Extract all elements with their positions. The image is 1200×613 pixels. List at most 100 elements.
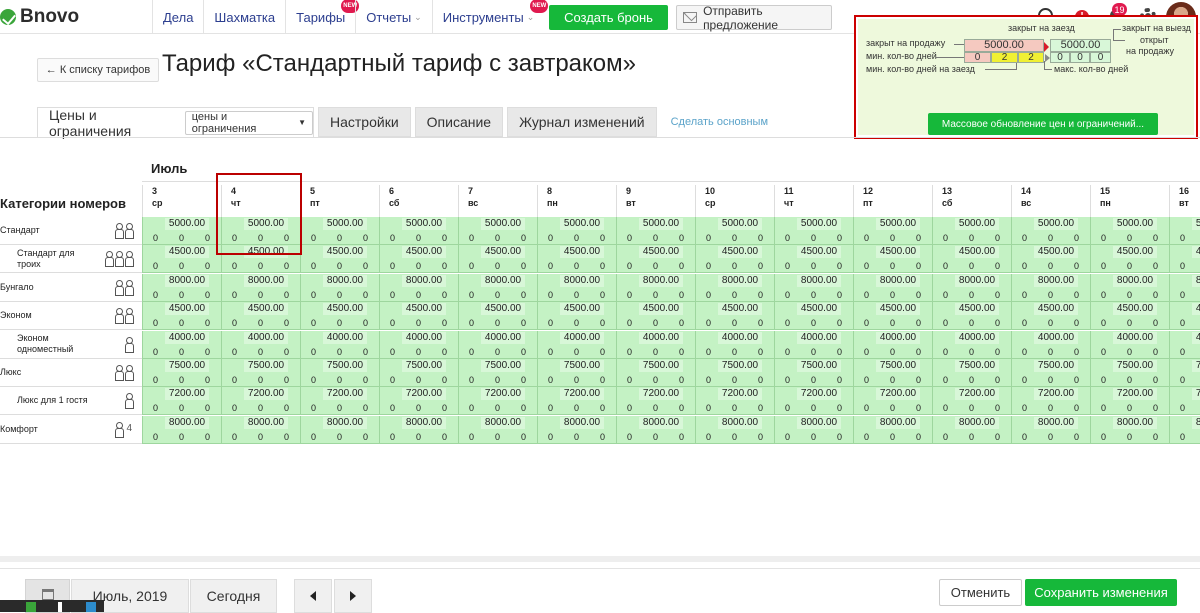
- rate-cell[interactable]: 7500.00 0 0 0: [221, 359, 300, 387]
- price-value[interactable]: 8000.00: [1192, 274, 1200, 287]
- rate-cell[interactable]: 8000.00 0 0 0: [932, 273, 1011, 302]
- restriction-value[interactable]: 0: [574, 347, 579, 357]
- rate-cell[interactable]: 8000.00 0 0 0: [695, 273, 774, 302]
- restriction-value[interactable]: 0: [1127, 375, 1132, 385]
- price-value[interactable]: 7200.00: [481, 388, 525, 401]
- restriction-value[interactable]: 0: [1127, 432, 1132, 442]
- rate-cell[interactable]: 4500.00000: [1169, 245, 1200, 274]
- restriction-value[interactable]: 0: [416, 375, 421, 385]
- restriction-value[interactable]: 0: [811, 403, 816, 413]
- price-value[interactable]: 7200.00: [560, 388, 604, 401]
- tab-settings[interactable]: Настройки: [318, 107, 411, 137]
- restriction-value[interactable]: 0: [495, 375, 500, 385]
- restriction-value[interactable]: 0: [995, 403, 1000, 413]
- price-value[interactable]: 4500.00: [955, 303, 999, 316]
- restriction-value[interactable]: 0: [258, 347, 263, 357]
- restriction-value[interactable]: 0: [574, 233, 579, 243]
- restriction-value[interactable]: 0: [785, 318, 790, 328]
- price-value[interactable]: 8000.00: [244, 416, 288, 429]
- restriction-value[interactable]: 0: [837, 261, 842, 271]
- restriction-value[interactable]: 0: [811, 261, 816, 271]
- restriction-value[interactable]: 0: [574, 290, 579, 300]
- nav-item[interactable]: Инструменты ⌄ NEW: [431, 0, 549, 34]
- restriction-value[interactable]: 0: [311, 347, 316, 357]
- rate-cell[interactable]: 4500.00000: [537, 302, 616, 331]
- restriction-value[interactable]: 0: [1153, 403, 1158, 413]
- restriction-value[interactable]: 0: [1101, 290, 1106, 300]
- next-period-button[interactable]: [334, 579, 372, 613]
- restriction-value[interactable]: 0: [442, 290, 447, 300]
- restriction-value[interactable]: 0: [205, 375, 210, 385]
- restriction-value[interactable]: 0: [363, 233, 368, 243]
- restriction-value[interactable]: 0: [679, 261, 684, 271]
- price-value[interactable]: 8000.00: [1034, 274, 1078, 287]
- rate-cell[interactable]: 4500.00000: [774, 302, 853, 331]
- restriction-value[interactable]: 0: [574, 318, 579, 328]
- rate-cell[interactable]: 8000.00 0 0 0: [774, 415, 853, 444]
- restriction-value[interactable]: 0: [1127, 347, 1132, 357]
- rate-cell[interactable]: 4500.00000: [616, 245, 695, 274]
- restriction-value[interactable]: 0: [758, 375, 763, 385]
- price-value[interactable]: 8000.00: [797, 416, 841, 429]
- restriction-value[interactable]: 0: [337, 432, 342, 442]
- price-value[interactable]: 7500.00: [402, 360, 446, 372]
- restriction-value[interactable]: 0: [706, 403, 711, 413]
- restriction-value[interactable]: 0: [1180, 347, 1185, 357]
- price-value[interactable]: 5000.00: [1113, 218, 1157, 230]
- restriction-value[interactable]: 0: [1022, 233, 1027, 243]
- restriction-value[interactable]: 0: [916, 432, 921, 442]
- rate-cell[interactable]: 7500.00 0 0 0: [932, 359, 1011, 387]
- restriction-value[interactable]: 0: [758, 432, 763, 442]
- restriction-value[interactable]: 0: [442, 261, 447, 271]
- restriction-value[interactable]: 0: [337, 290, 342, 300]
- restriction-value[interactable]: 0: [416, 261, 421, 271]
- restriction-value[interactable]: 0: [758, 318, 763, 328]
- rate-cell[interactable]: 4500.00000: [537, 245, 616, 274]
- restriction-value[interactable]: 0: [311, 290, 316, 300]
- price-value[interactable]: 8000.00: [718, 416, 762, 429]
- restriction-value[interactable]: 0: [706, 318, 711, 328]
- restriction-value[interactable]: 0: [653, 318, 658, 328]
- taskbar-app-icon[interactable]: [86, 602, 96, 612]
- restriction-value[interactable]: 0: [995, 318, 1000, 328]
- restriction-value[interactable]: 0: [390, 261, 395, 271]
- restriction-value[interactable]: 0: [916, 403, 921, 413]
- taskbar-app-icon[interactable]: [26, 602, 36, 612]
- restriction-value[interactable]: 0: [837, 432, 842, 442]
- price-value[interactable]: 7200.00: [718, 388, 762, 401]
- price-value[interactable]: 4500.00: [1034, 246, 1078, 259]
- rate-cell[interactable]: 8000.00 0 0 0: [853, 415, 932, 444]
- rate-cell[interactable]: 4000.00 0 0 0: [1011, 330, 1090, 359]
- rate-cell[interactable]: 8000.00 0 0 0: [300, 415, 379, 444]
- restriction-value[interactable]: 0: [811, 375, 816, 385]
- restriction-value[interactable]: 0: [1074, 290, 1079, 300]
- price-value[interactable]: 7500.00: [876, 360, 920, 372]
- rate-cell[interactable]: 5000.00 0 0 0: [537, 217, 616, 245]
- restriction-value[interactable]: 0: [943, 403, 948, 413]
- restriction-value[interactable]: 0: [363, 261, 368, 271]
- rate-cell[interactable]: 8000.00 0 0 0: [221, 415, 300, 444]
- restriction-value[interactable]: 0: [785, 403, 790, 413]
- back-to-tariffs-button[interactable]: ← К списку тарифов: [37, 58, 159, 82]
- rate-cell[interactable]: 4500.00000: [458, 302, 537, 331]
- rate-cell[interactable]: 7500.00 0 0 0: [774, 359, 853, 387]
- price-value[interactable]: 4500.00: [797, 246, 841, 259]
- restriction-value[interactable]: 0: [995, 233, 1000, 243]
- price-value[interactable]: 4500.00: [244, 303, 288, 316]
- restriction-value[interactable]: 0: [916, 233, 921, 243]
- restriction-value[interactable]: 0: [153, 375, 158, 385]
- restriction-value[interactable]: 0: [1101, 233, 1106, 243]
- restriction-value[interactable]: 0: [679, 375, 684, 385]
- restriction-value[interactable]: 0: [232, 375, 237, 385]
- rate-cell[interactable]: 7200.00 0 0 0: [142, 387, 221, 416]
- taskbar-app-icon[interactable]: [58, 602, 62, 612]
- price-value[interactable]: 8000.00: [244, 274, 288, 287]
- restriction-value[interactable]: 0: [232, 347, 237, 357]
- restriction-value[interactable]: 0: [1153, 261, 1158, 271]
- price-value[interactable]: 8000.00: [402, 274, 446, 287]
- restriction-value[interactable]: 0: [363, 318, 368, 328]
- rate-cell[interactable]: 8000.00 0 0 0: [142, 415, 221, 444]
- restriction-value[interactable]: 0: [284, 347, 289, 357]
- restriction-value[interactable]: 0: [1180, 261, 1185, 271]
- restriction-value[interactable]: 0: [1074, 432, 1079, 442]
